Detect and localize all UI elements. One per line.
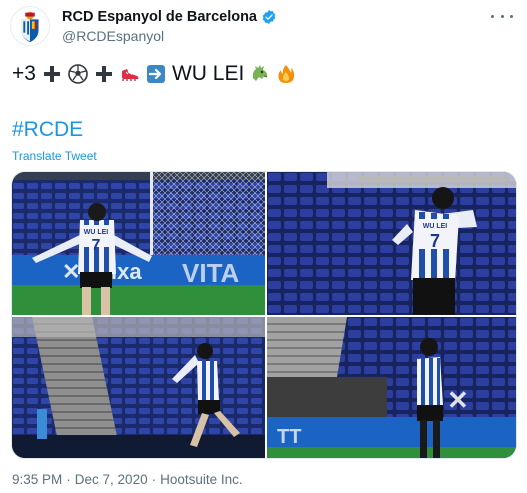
heavy-plus-icon bbox=[95, 66, 112, 82]
svg-text:VITA: VITA bbox=[182, 258, 240, 288]
heavy-plus-icon bbox=[43, 66, 60, 82]
shirt-name: WU LEI bbox=[84, 229, 109, 236]
display-name[interactable]: RCD Espanyol de Barcelona bbox=[62, 9, 257, 25]
photo-walking-sideline[interactable]: ✕ TT bbox=[267, 317, 516, 458]
svg-text:✕: ✕ bbox=[447, 385, 469, 415]
photo-celebration-back-view[interactable]: WU LEI 7 bbox=[267, 172, 516, 315]
player-name: WU LEI bbox=[171, 62, 245, 85]
right-arrow-icon bbox=[146, 65, 165, 83]
verified-badge-icon bbox=[262, 10, 276, 24]
tweet-metadata: 9:35 PM · Dec 7, 2020 · Hootsuite Inc. bbox=[12, 472, 243, 487]
photo-celebration-arms-out[interactable]: ✕ caixa VITA WU LEI 7 bbox=[12, 172, 265, 315]
media-grid: ✕ caixa VITA WU LEI 7 bbox=[11, 171, 517, 459]
score-prefix: +3 bbox=[12, 62, 36, 85]
soccer-ball-icon bbox=[68, 64, 88, 84]
dragon-face-icon bbox=[253, 65, 268, 81]
tweet-source[interactable]: Hootsuite Inc. bbox=[160, 472, 243, 487]
avatar[interactable] bbox=[10, 6, 50, 46]
user-handle[interactable]: @RCDEspanyol bbox=[62, 28, 164, 44]
tweet-date[interactable]: Dec 7, 2020 bbox=[75, 472, 148, 487]
shirt-number: 7 bbox=[92, 237, 101, 254]
boot-icon bbox=[121, 69, 139, 81]
shirt-number: 7 bbox=[430, 231, 440, 251]
svg-text:TT: TT bbox=[277, 426, 301, 448]
club-crest-icon bbox=[11, 7, 49, 45]
separator: · bbox=[151, 472, 157, 487]
photo-running-celebration[interactable] bbox=[12, 317, 265, 458]
hashtag-link[interactable]: #RCDE bbox=[12, 118, 83, 142]
more-dot-icon bbox=[510, 14, 513, 18]
more-dot-icon bbox=[491, 14, 494, 18]
translate-tweet-link[interactable]: Translate Tweet bbox=[12, 149, 97, 163]
separator: · bbox=[66, 472, 71, 487]
tweet-text: +3 WU LEI bbox=[12, 62, 296, 86]
more-options-button[interactable] bbox=[491, 8, 513, 24]
fire-icon bbox=[278, 65, 295, 83]
tweet-card: RCD Espanyol de Barcelona @RCDEspanyol +… bbox=[0, 0, 527, 493]
author-name-row[interactable]: RCD Espanyol de Barcelona bbox=[62, 9, 277, 25]
shirt-name: WU LEI bbox=[423, 223, 448, 230]
tweet-time[interactable]: 9:35 PM bbox=[12, 472, 62, 487]
more-dot-icon bbox=[500, 14, 504, 18]
